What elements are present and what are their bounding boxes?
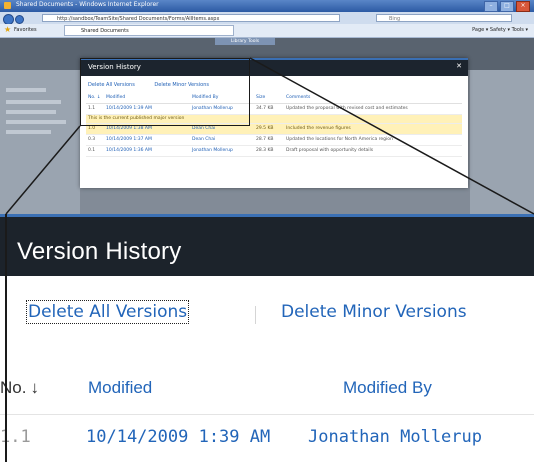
browser-title-bar: Shared Documents - Windows Internet Expl… xyxy=(0,0,534,12)
quick-launch xyxy=(0,70,80,214)
zoom-highlight-rect xyxy=(80,58,250,126)
dialog-action-links-zoomed: Delete All Versions Delete Minor Version… xyxy=(0,276,534,334)
browser-screenshot: Shared Documents - Windows Internet Expl… xyxy=(0,0,534,214)
row-no: 0.1 xyxy=(88,148,96,153)
row-no: 0.3 xyxy=(88,137,96,142)
address-bar[interactable]: http://sandbox/TeamSite/Shared Documents… xyxy=(42,14,340,22)
minimize-button[interactable]: – xyxy=(484,1,498,12)
command-bar[interactable]: Page ▾ Safety ▾ Tools ▾ xyxy=(472,27,528,33)
row-comments: Draft proposal with opportunity details xyxy=(286,148,374,153)
address-toolbar: http://sandbox/TeamSite/Shared Documents… xyxy=(0,12,534,25)
table-row[interactable]: 0.1 10/14/2009 1:36 AM Jonathan Mollerup… xyxy=(86,146,462,157)
delete-minor-versions-link[interactable]: Delete Minor Versions xyxy=(281,302,467,322)
zoomed-callout: Version History Delete All Versions Dele… xyxy=(0,214,534,462)
favorites-bar: ★ Favorites Shared Documents Page ▾ Safe… xyxy=(0,24,534,38)
row-no: 1.1 xyxy=(0,427,31,447)
row-comments: Updated the proposal with revised cost a… xyxy=(286,106,408,111)
delete-all-versions-link[interactable]: Delete All Versions xyxy=(25,300,190,324)
col-comments[interactable]: Comments xyxy=(286,95,310,100)
col-modified-by[interactable]: Modified By xyxy=(343,378,432,398)
row-modified[interactable]: 10/14/2009 1:37 AM xyxy=(106,135,152,145)
ribbon-context-tab[interactable]: Library Tools xyxy=(215,38,275,45)
row-size: 34.7 KB xyxy=(256,106,274,111)
row-comments: Included the revenue figures xyxy=(286,126,351,131)
link-separator xyxy=(255,306,256,324)
close-icon[interactable]: ✕ xyxy=(456,62,462,70)
window-title: Shared Documents - Windows Internet Expl… xyxy=(16,1,159,8)
column-headers-zoomed: No. ↓ Modified Modified By xyxy=(0,364,534,415)
row-modified-by[interactable]: Dean Chai xyxy=(192,135,215,145)
table-row[interactable]: 0.3 10/14/2009 1:37 AM Dean Chai 28.7 KB… xyxy=(86,135,462,146)
row-modified[interactable]: 10/14/2009 1:39 AM xyxy=(86,427,270,447)
row-modified-by[interactable]: Jonathan Mollerup xyxy=(192,146,233,156)
row-size: 28.3 KB xyxy=(256,148,274,153)
browser-tab[interactable]: Shared Documents xyxy=(64,25,234,36)
table-row[interactable]: 1.1 10/14/2009 1:39 AM Jonathan Mollerup xyxy=(0,415,534,461)
favorites-star-icon[interactable]: ★ xyxy=(4,26,12,34)
dialog-title: Version History xyxy=(17,238,182,265)
col-no-label: No. xyxy=(0,378,27,397)
row-size: 29.5 KB xyxy=(256,126,274,131)
row-modified[interactable]: 10/14/2009 1:36 AM xyxy=(106,146,152,156)
row-comments: Updated the locations for North America … xyxy=(286,137,393,142)
col-no[interactable]: No. ↓ xyxy=(0,378,39,398)
col-size[interactable]: Size xyxy=(256,95,265,100)
search-input[interactable]: Bing xyxy=(376,14,512,22)
right-panel xyxy=(470,70,534,214)
row-size: 28.7 KB xyxy=(256,137,274,142)
window-controls: – □ × xyxy=(484,1,530,12)
col-modified[interactable]: Modified xyxy=(88,378,152,398)
row-modified-by[interactable]: Jonathan Mollerup xyxy=(308,427,482,447)
close-window-button[interactable]: × xyxy=(516,1,530,12)
favorites-button[interactable]: Favorites xyxy=(14,27,37,33)
maximize-button[interactable]: □ xyxy=(500,1,514,12)
ie-logo-icon xyxy=(4,2,11,9)
sort-down-arrow-icon: ↓ xyxy=(30,378,39,397)
dialog-header-zoomed: Version History xyxy=(0,214,534,276)
forward-icon[interactable] xyxy=(15,15,24,24)
